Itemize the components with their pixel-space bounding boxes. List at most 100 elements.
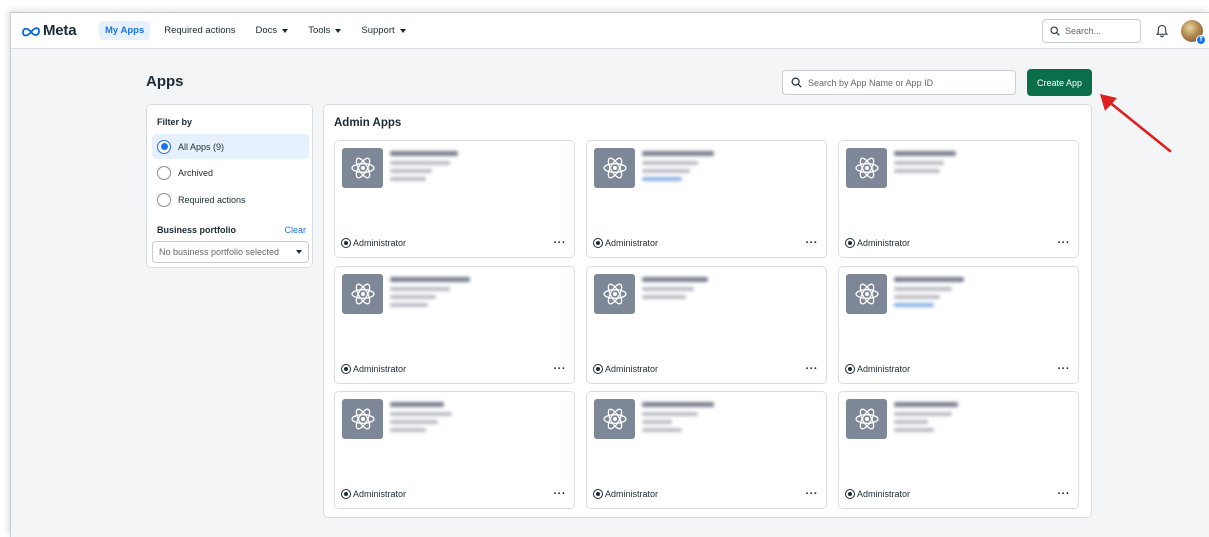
role-label: Administrator <box>353 489 407 499</box>
app-details-redacted <box>894 151 956 177</box>
more-options-button[interactable]: ··· <box>554 364 567 375</box>
nav-required-actions[interactable]: Required actions <box>158 21 241 40</box>
nav-right-group: Search... f <box>1042 19 1206 45</box>
admin-shield-icon <box>593 489 603 499</box>
business-portfolio-value: No business portfolio selected <box>159 247 280 257</box>
meta-logo-text: Meta <box>43 22 77 39</box>
app-details-redacted <box>390 151 458 185</box>
app-atom-icon <box>350 283 375 305</box>
more-options-button[interactable]: ··· <box>806 489 819 500</box>
app-card-footer: Administrator ··· <box>593 238 819 249</box>
app-details-redacted <box>642 402 714 436</box>
nav-my-apps[interactable]: My Apps <box>99 21 151 40</box>
admin-shield-icon <box>845 238 855 248</box>
app-icon <box>594 274 635 314</box>
facebook-badge-icon: f <box>1196 35 1206 45</box>
meta-infinity-icon <box>22 26 40 36</box>
role: Administrator <box>341 489 406 499</box>
app-details-redacted <box>894 277 964 311</box>
app-card[interactable]: Administrator ··· <box>586 391 827 509</box>
top-search-placeholder: Search... <box>1065 26 1102 36</box>
app-card[interactable]: Administrator ··· <box>838 140 1079 258</box>
nav-docs-label: Docs <box>255 25 278 36</box>
app-card[interactable]: Administrator ··· <box>334 140 575 258</box>
app-card-footer: Administrator ··· <box>845 238 1071 249</box>
chevron-down-icon <box>282 28 289 33</box>
app-atom-icon <box>854 283 879 305</box>
app-card-footer: Administrator ··· <box>593 364 819 375</box>
app-card-footer: Administrator ··· <box>341 364 567 375</box>
app-card-footer: Administrator ··· <box>845 489 1071 500</box>
app-search-placeholder: Search by App Name or App ID <box>808 77 934 88</box>
admin-shield-icon <box>845 364 855 374</box>
app-card-footer: Administrator ··· <box>593 489 819 500</box>
admin-shield-icon <box>593 364 603 374</box>
nav-tools[interactable]: Tools <box>302 21 347 40</box>
app-atom-icon <box>602 283 627 305</box>
role: Administrator <box>845 238 910 248</box>
app-card[interactable]: Administrator ··· <box>586 266 827 384</box>
app-icon <box>342 399 383 439</box>
nav-required-actions-label: Required actions <box>164 25 236 36</box>
more-options-button[interactable]: ··· <box>1058 364 1071 375</box>
meta-logo[interactable]: Meta <box>21 22 99 39</box>
app-card[interactable]: Administrator ··· <box>334 266 575 384</box>
create-app-button[interactable]: Create App <box>1027 69 1092 96</box>
filter-option-all-apps[interactable]: All Apps (9) <box>152 134 309 159</box>
role-label: Administrator <box>857 238 911 248</box>
nav-support[interactable]: Support <box>355 21 411 40</box>
app-card[interactable]: Administrator ··· <box>334 391 575 509</box>
app-card-footer: Administrator ··· <box>845 364 1071 375</box>
more-options-button[interactable]: ··· <box>1058 238 1071 249</box>
business-portfolio-select[interactable]: No business portfolio selected <box>152 241 309 263</box>
role-label: Administrator <box>605 238 659 248</box>
filter-option-archived[interactable]: Archived <box>152 160 309 185</box>
app-card[interactable]: Administrator ··· <box>838 266 1079 384</box>
browser-viewport: Meta My Apps Required actions Docs Tools… <box>10 12 1209 537</box>
app-details-redacted <box>642 277 708 303</box>
more-options-button[interactable]: ··· <box>806 238 819 249</box>
admin-apps-title: Admin Apps <box>334 117 402 129</box>
app-icon <box>342 148 383 188</box>
role: Administrator <box>341 364 406 374</box>
filter-option-required-actions[interactable]: Required actions <box>152 187 309 212</box>
app-card-footer: Administrator ··· <box>341 238 567 249</box>
role: Administrator <box>593 364 658 374</box>
app-icon <box>846 148 887 188</box>
more-options-button[interactable]: ··· <box>554 238 567 249</box>
admin-shield-icon <box>845 489 855 499</box>
notifications-bell-icon[interactable] <box>1155 24 1169 38</box>
app-atom-icon <box>602 157 627 179</box>
admin-shield-icon <box>341 364 351 374</box>
user-avatar[interactable]: f <box>1181 20 1206 45</box>
app-card[interactable]: Administrator ··· <box>838 391 1079 509</box>
app-card[interactable]: Administrator ··· <box>586 140 827 258</box>
app-atom-icon <box>602 408 627 430</box>
admin-shield-icon <box>593 238 603 248</box>
app-icon <box>594 148 635 188</box>
filter-panel: Filter by All Apps (9) Archived Required… <box>146 104 313 268</box>
app-details-redacted <box>390 402 452 436</box>
more-options-button[interactable]: ··· <box>806 364 819 375</box>
business-portfolio-clear-link[interactable]: Clear <box>284 225 306 235</box>
filter-option-label: Archived <box>178 167 214 178</box>
nav-docs[interactable]: Docs <box>250 21 295 40</box>
app-atom-icon <box>854 408 879 430</box>
radio-icon <box>157 165 171 180</box>
admin-apps-panel: Admin Apps Administrator ··· Administrator… <box>323 104 1092 518</box>
app-search-input[interactable]: Search by App Name or App ID <box>782 70 1016 95</box>
role-label: Administrator <box>353 238 407 248</box>
radio-selected-icon <box>157 139 171 154</box>
app-card-footer: Administrator ··· <box>341 489 567 500</box>
role: Administrator <box>845 364 910 374</box>
more-options-button[interactable]: ··· <box>554 489 567 500</box>
filter-option-label: Required actions <box>178 194 246 205</box>
filter-option-label: All Apps (9) <box>178 141 225 152</box>
more-options-button[interactable]: ··· <box>1058 489 1071 500</box>
app-details-redacted <box>642 151 714 185</box>
top-search-input[interactable]: Search... <box>1042 19 1141 43</box>
app-icon <box>594 399 635 439</box>
admin-shield-icon <box>341 489 351 499</box>
search-icon <box>791 77 802 88</box>
role: Administrator <box>593 238 658 248</box>
